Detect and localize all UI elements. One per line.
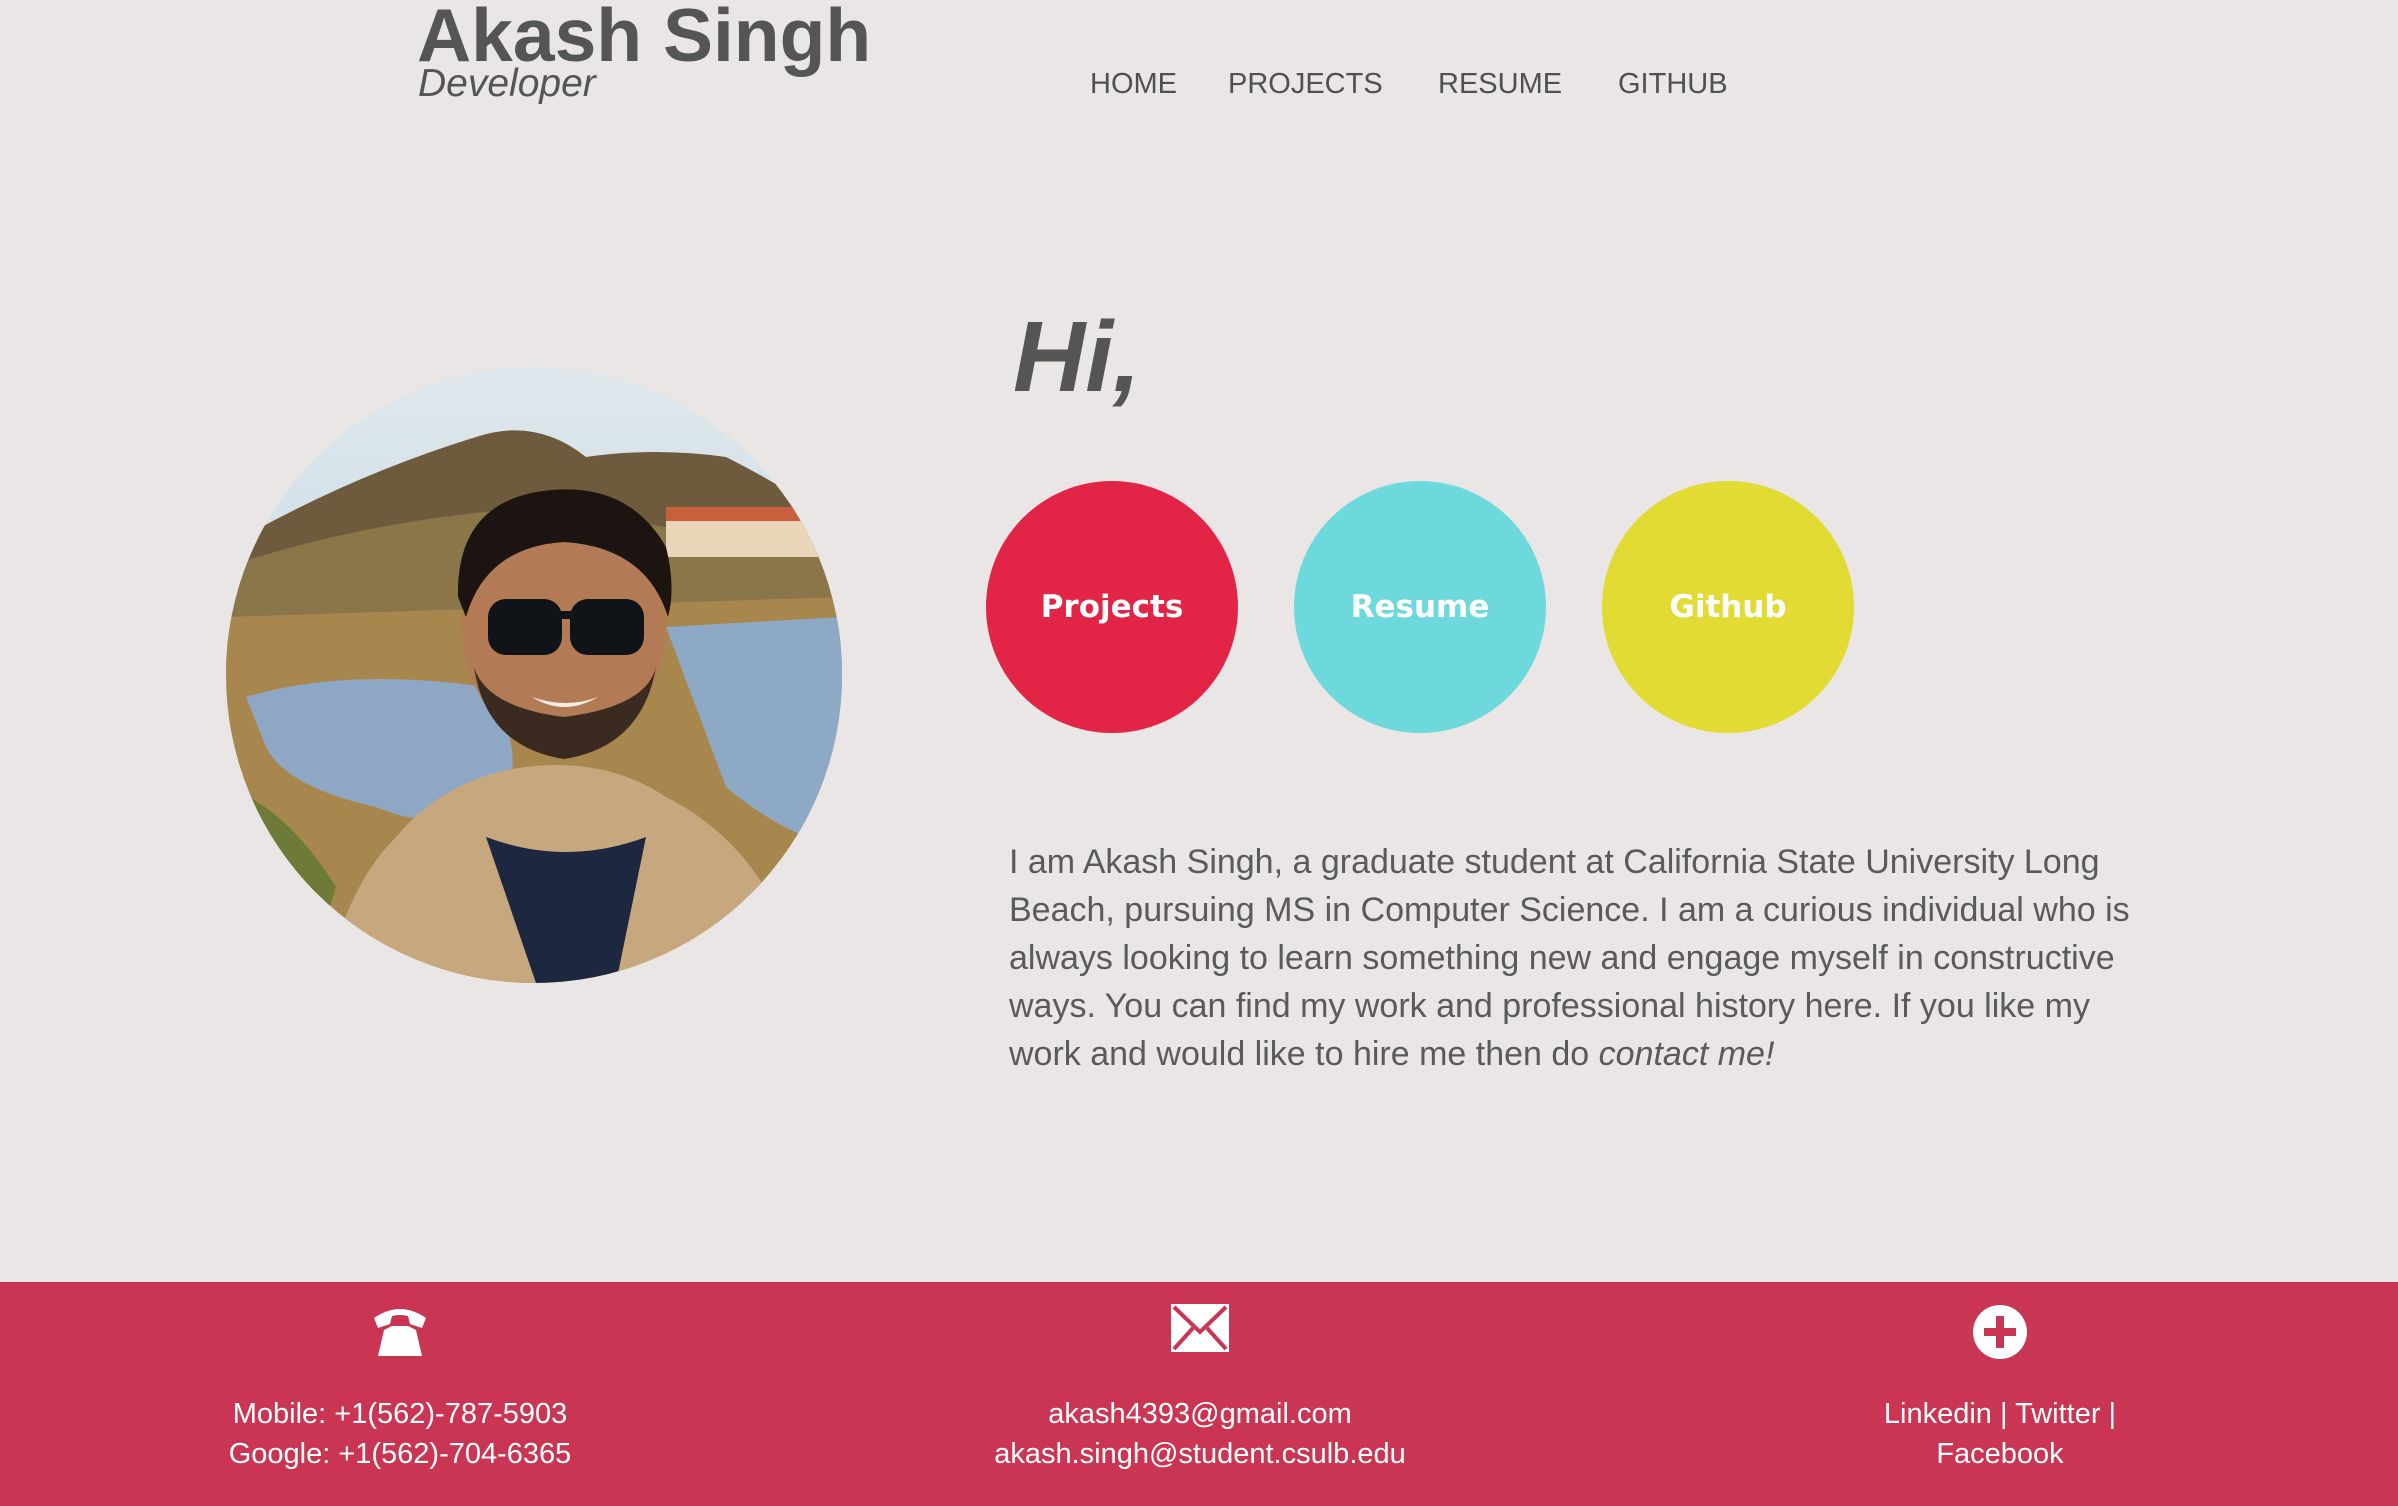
- bio-text: I am Akash Singh, a graduate student at …: [1009, 843, 2130, 1073]
- footer: Mobile: +1(562)-787-5903 Google: +1(562)…: [0, 1282, 2398, 1506]
- bio-paragraph: I am Akash Singh, a graduate student at …: [1009, 838, 2169, 1078]
- resume-button[interactable]: Resume: [1294, 481, 1546, 733]
- nav-resume[interactable]: RESUME: [1438, 68, 1562, 101]
- linkedin-link[interactable]: Linkedin: [1884, 1398, 1992, 1430]
- phone-google: Google: +1(562)-704-6365: [228, 1438, 572, 1470]
- email-student[interactable]: akash.singh@student.csulb.edu: [850, 1434, 1550, 1474]
- plus-circle-icon: [1972, 1304, 2028, 1365]
- separator: |: [2108, 1398, 2117, 1430]
- nav-github[interactable]: GITHUB: [1618, 68, 1728, 101]
- nav-home[interactable]: HOME: [1090, 68, 1177, 101]
- email-primary[interactable]: akash4393@gmail.com: [850, 1394, 1550, 1434]
- phone-icon: [370, 1304, 430, 1365]
- contact-me-link[interactable]: contact me!: [1599, 1035, 1775, 1073]
- separator: |: [1999, 1398, 2008, 1430]
- twitter-link[interactable]: Twitter: [2015, 1398, 2100, 1430]
- nav-projects[interactable]: PROJECTS: [1228, 68, 1383, 101]
- site-tagline: Developer: [418, 62, 596, 105]
- facebook-link[interactable]: Facebook: [1936, 1438, 2063, 1470]
- projects-button[interactable]: Projects: [986, 481, 1238, 733]
- envelope-icon: [1171, 1304, 1229, 1357]
- profile-photo: [226, 367, 842, 983]
- github-button[interactable]: Github: [1602, 481, 1854, 733]
- greeting-heading: Hi,: [1013, 301, 1141, 413]
- phone-mobile: Mobile: +1(562)-787-5903: [232, 1398, 568, 1430]
